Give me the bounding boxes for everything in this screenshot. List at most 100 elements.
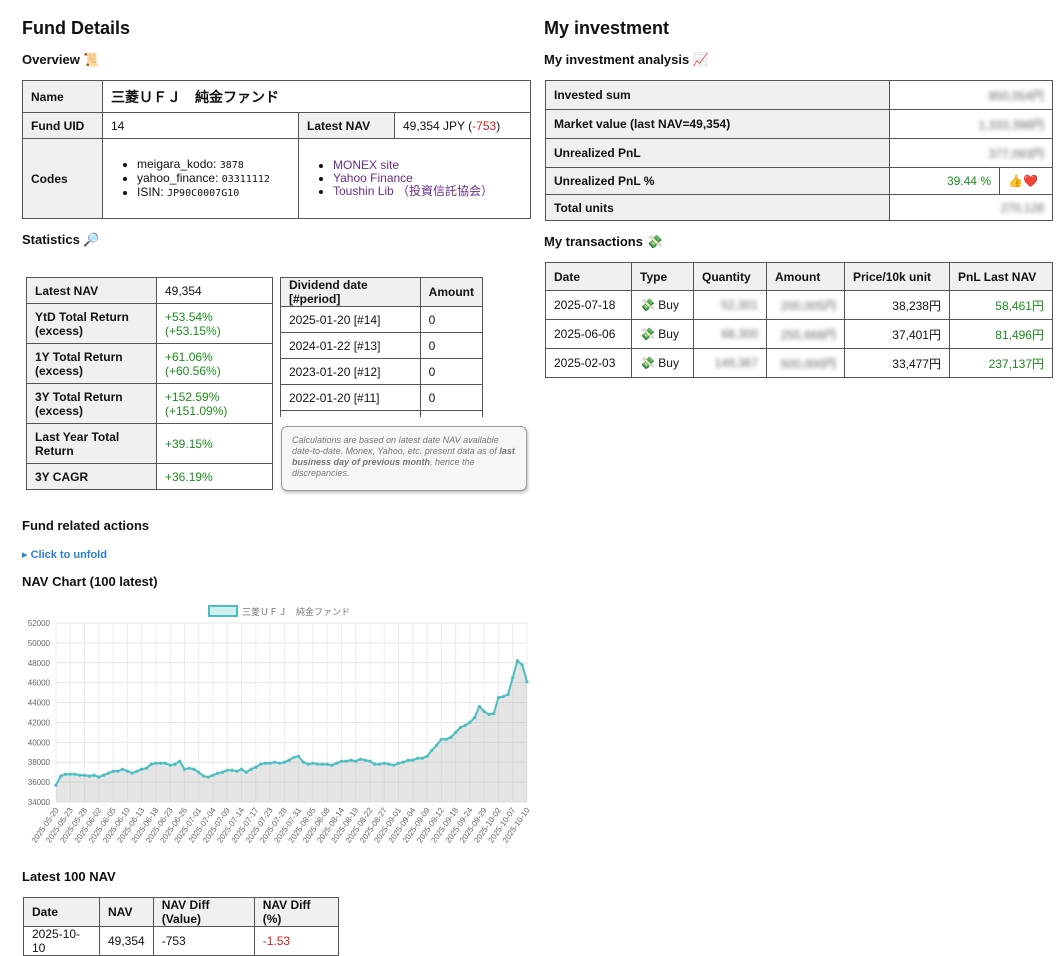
analysis-label: Total units — [545, 194, 890, 221]
nav-point — [211, 773, 215, 777]
nav-point — [477, 704, 481, 709]
statistics-table: Latest NAV 49,354 YtD Total Return (exce… — [26, 277, 273, 490]
stat-label: 1Y Total Return (excess) — [26, 343, 157, 384]
fund-details-title: Fund Details — [22, 18, 131, 38]
nav-point — [501, 695, 505, 699]
nav-point — [121, 767, 125, 771]
col-date: Date — [23, 897, 100, 927]
nav-point — [339, 759, 344, 763]
nav-point — [116, 769, 120, 773]
analysis-table: Invested sum 850,054円 Market value (last… — [545, 80, 1053, 221]
nav-point — [59, 774, 63, 778]
stat-label: Last Year Total Return — [26, 423, 157, 464]
nav-point — [401, 760, 405, 764]
nav-point — [97, 775, 101, 779]
tx-date: 2025-06-06 — [545, 319, 632, 349]
table-row: 2025-07-18 💸 Buy 52,301 200,005円 38,238円… — [545, 290, 1053, 320]
tx-quantity: 68,300 — [693, 319, 767, 349]
nav-point — [411, 758, 415, 762]
nav-point — [525, 680, 529, 684]
tx-pnl: 81,496円 — [949, 319, 1053, 349]
tx-quantity: 52,301 — [693, 290, 767, 320]
stat-label: 3Y Total Return (excess) — [26, 383, 157, 424]
nav-point — [135, 769, 139, 773]
nav-diff: -753 — [152, 926, 255, 956]
uid-value: 14 — [102, 112, 299, 139]
nav-point — [125, 769, 129, 773]
table-row: 2025-10-10 49,354 -753 -1.53 — [23, 926, 339, 956]
stat-value: +36.19% — [156, 463, 273, 490]
nav-point — [282, 760, 286, 764]
nav-point — [278, 761, 282, 765]
nav-point — [273, 760, 277, 764]
nav-point — [173, 762, 177, 766]
tx-type: 💸 Buy — [631, 348, 694, 378]
nav-point — [235, 769, 239, 773]
monex-link[interactable]: MONEX site — [333, 158, 399, 172]
nav-point — [344, 759, 348, 763]
code-item: yahoo_finance: 03311112 — [137, 171, 290, 186]
nav-point — [106, 771, 110, 775]
stat-value: +152.59% (+151.09%) — [156, 383, 273, 424]
nav-point — [492, 711, 496, 716]
analysis-label: Invested sum — [545, 80, 890, 110]
analysis-label: Unrealized PnL % — [545, 167, 890, 195]
nav-point — [82, 773, 87, 777]
nav-point — [358, 757, 363, 761]
nav-point — [482, 709, 486, 714]
toushin-lib-link[interactable]: Toushin Lib （投資信託協会） — [333, 184, 493, 198]
nav-point — [54, 783, 58, 787]
latest-nav-label: Latest NAV — [298, 112, 395, 139]
y-tick-label: 50000 — [28, 639, 51, 648]
stat-label: YtD Total Return (excess) — [26, 303, 157, 344]
tx-amount: 500,000円 — [766, 348, 845, 378]
links-list: MONEX site Yahoo Finance Toushin Lib （投資… — [298, 138, 531, 219]
tx-amount: 200,005円 — [766, 290, 845, 320]
analysis-label: Market value (last NAV=49,354) — [545, 109, 890, 139]
nav-date: 2025-10-10 — [23, 926, 100, 956]
dividend-amount-header: Amount — [419, 277, 483, 307]
stat-value: +39.15% — [156, 423, 273, 464]
y-tick-label: 44000 — [28, 699, 51, 708]
nav-point — [63, 772, 68, 776]
nav-point — [487, 712, 491, 717]
name-label: Name — [22, 80, 103, 113]
overview-table: Name 三菱ＵＦＪ 純金ファンド Fund UID 14 Latest NAV… — [22, 80, 531, 219]
nav-point — [463, 723, 467, 727]
nav-point — [444, 737, 448, 741]
y-tick-label: 34000 — [28, 798, 51, 807]
y-tick-label: 48000 — [28, 659, 51, 668]
col-diff-value: NAV Diff (Value) — [152, 897, 255, 927]
nav-point — [335, 761, 339, 765]
tx-price: 38,238円 — [844, 290, 950, 320]
nav-point — [301, 760, 305, 764]
nav-point — [187, 766, 191, 770]
nav-point — [420, 756, 424, 760]
nav-diff-pct: -1.53 — [253, 926, 339, 956]
y-tick-label: 40000 — [28, 738, 51, 747]
nav-point — [468, 720, 472, 724]
yahoo-finance-link[interactable]: Yahoo Finance — [333, 171, 413, 185]
dividend-amount: 0 — [419, 332, 483, 359]
nav-point — [144, 766, 148, 770]
tx-type: 💸 Buy — [631, 290, 694, 320]
unfold-toggle[interactable]: ▸ Click to unfold — [22, 548, 107, 561]
nav-point — [439, 737, 443, 741]
nav-point — [473, 715, 477, 720]
calculation-note: Calculations are based on latest date NA… — [281, 426, 527, 491]
nav-point — [306, 762, 310, 766]
tx-pnl: 58,461円 — [949, 290, 1053, 320]
nav-point — [249, 767, 253, 771]
nav-point — [87, 774, 91, 778]
nav-point — [244, 770, 248, 774]
dividend-table: Dividend date [#period] Amount 2025-01-2… — [280, 277, 483, 417]
dividend-scroll[interactable]: Dividend date [#period] Amount 2025-01-2… — [280, 277, 483, 417]
nav-point — [316, 762, 320, 766]
nav-point — [416, 756, 420, 760]
stat-value: 49,354 — [156, 277, 273, 304]
transactions-table: Date Type Quantity Amount Price/10k unit… — [545, 262, 1053, 378]
nav-point — [392, 763, 396, 767]
nav-chart-heading: NAV Chart (100 latest) — [22, 574, 158, 589]
nav-point — [201, 774, 206, 778]
tx-amount: 255,668円 — [766, 319, 845, 349]
